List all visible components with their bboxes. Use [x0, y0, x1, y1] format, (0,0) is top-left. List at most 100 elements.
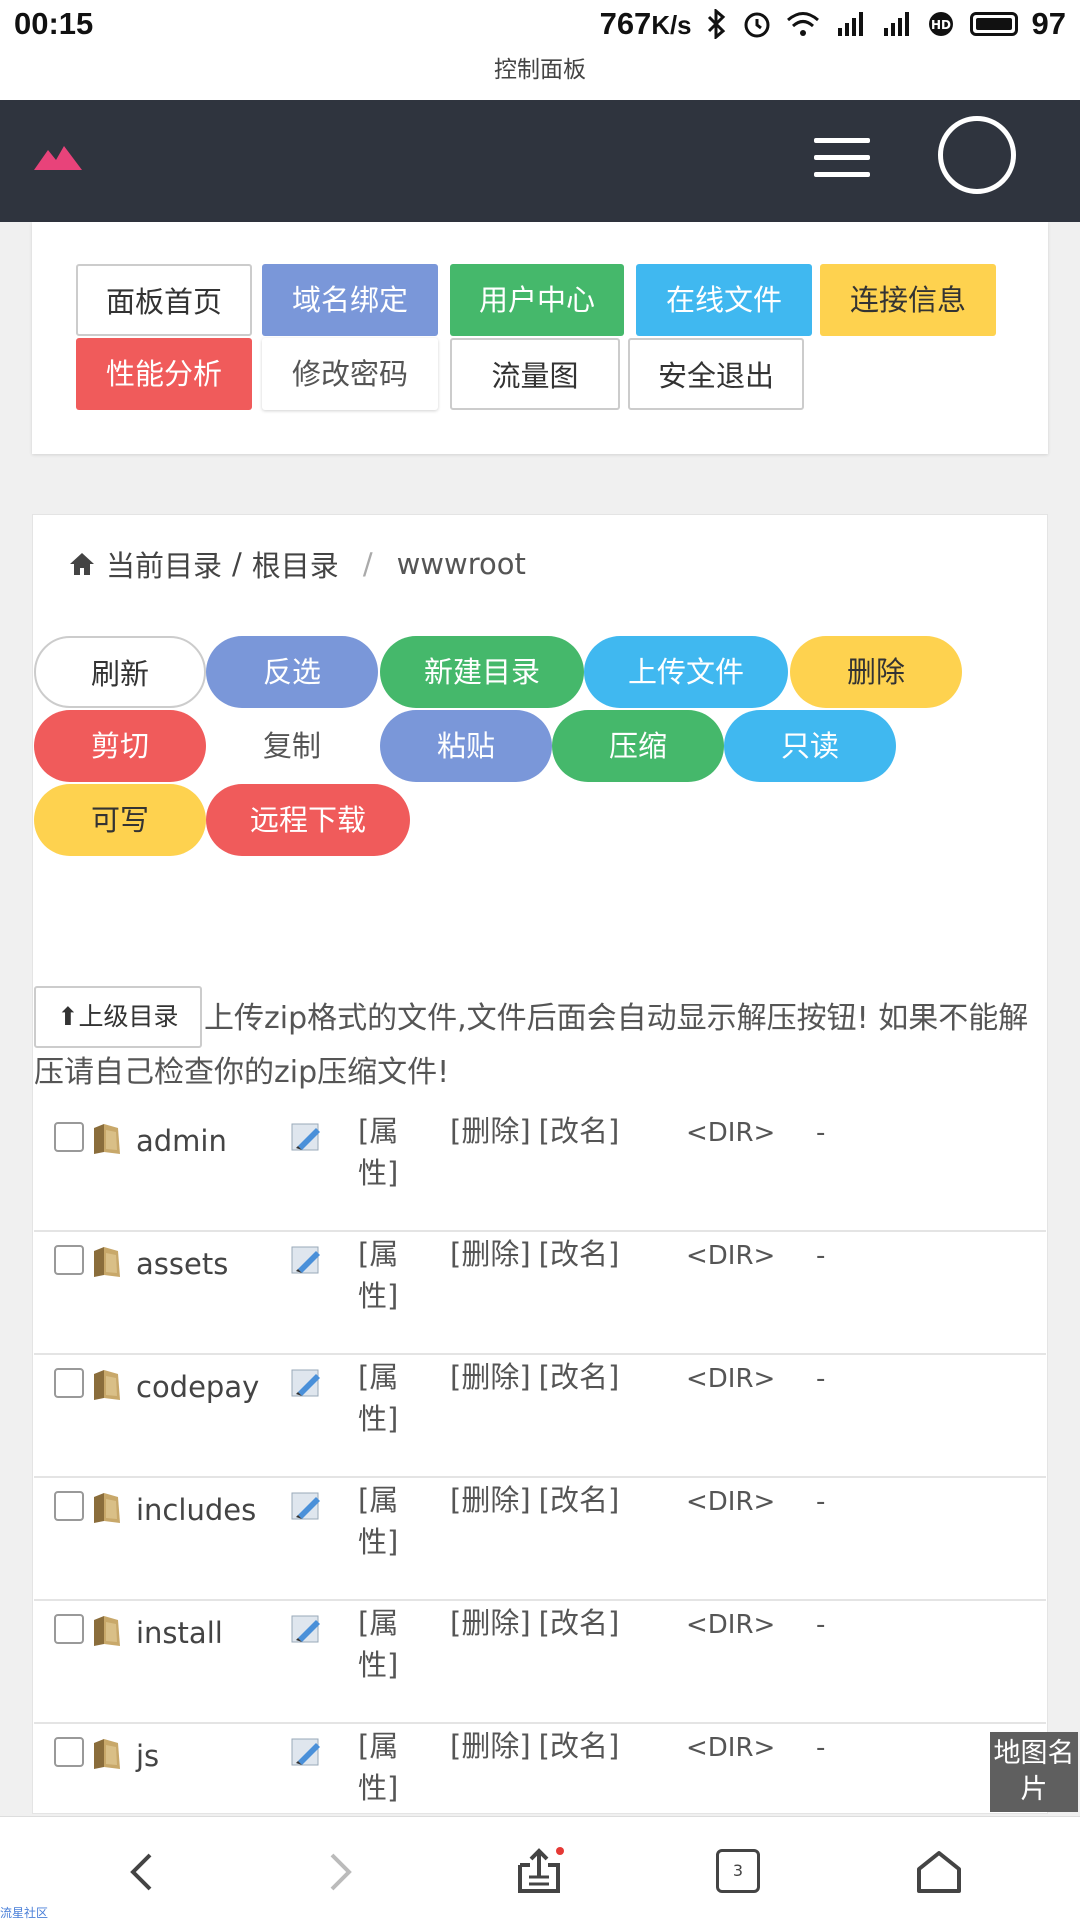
logo-icon[interactable] — [34, 142, 84, 170]
action-button-10[interactable]: 只读 — [724, 710, 896, 782]
action-button-12[interactable]: 远程下载 — [206, 784, 410, 856]
folder-icon — [94, 1616, 120, 1646]
nav-button-6[interactable]: 性能分析 — [76, 338, 252, 410]
hamburger-menu-icon[interactable] — [814, 138, 870, 189]
action-button-8[interactable]: 粘贴 — [380, 710, 552, 782]
alarm-icon — [744, 12, 770, 38]
nav-button-5[interactable]: 连接信息 — [820, 264, 996, 336]
status-bar: 00:15 767K/s HD 97 — [0, 0, 1080, 50]
file-row: includes [属性] [删除] [改名] <DIR> - — [34, 1479, 1046, 1601]
attribute-link[interactable]: [属性] — [358, 1233, 408, 1317]
nav-button-7[interactable]: 修改密码 — [262, 338, 438, 410]
speed-unit: K/s — [651, 12, 692, 40]
battery-level: 97 — [1031, 6, 1066, 41]
file-name[interactable]: assets — [136, 1247, 228, 1281]
parent-directory-button[interactable]: ⬆上级目录 — [34, 986, 202, 1048]
edit-icon[interactable] — [290, 1120, 324, 1154]
delete-link[interactable]: [删除] — [450, 1729, 531, 1763]
network-speed: 767K/s — [600, 6, 692, 42]
rename-link[interactable]: [改名] — [539, 1237, 620, 1271]
action-button-11[interactable]: 可写 — [34, 784, 206, 856]
file-operations: [删除] [改名] — [450, 1479, 627, 1521]
share-icon[interactable] — [514, 1847, 564, 1897]
bluetooth-icon — [707, 9, 725, 39]
wifi-icon — [786, 12, 819, 36]
watermark: 流星社区 — [0, 1906, 49, 1920]
file-type: <DIR> — [686, 1118, 776, 1148]
file-size: - — [816, 1733, 826, 1763]
file-checkbox[interactable] — [54, 1737, 84, 1767]
edit-icon[interactable] — [290, 1366, 324, 1400]
nav-button-2[interactable]: 域名绑定 — [262, 264, 438, 336]
action-button-7[interactable]: 复制 — [206, 710, 378, 782]
nav-button-3[interactable]: 用户中心 — [450, 264, 624, 336]
file-type: <DIR> — [686, 1364, 776, 1394]
file-checkbox[interactable] — [54, 1122, 84, 1152]
nav-button-4[interactable]: 在线文件 — [636, 264, 812, 336]
action-button-3[interactable]: 新建目录 — [380, 636, 584, 708]
file-size: - — [816, 1487, 826, 1517]
action-button-9[interactable]: 压缩 — [552, 710, 724, 782]
home-nav-icon[interactable] — [914, 1847, 964, 1897]
file-size: - — [816, 1610, 826, 1640]
attribute-link[interactable]: [属性] — [358, 1110, 408, 1194]
attribute-link[interactable]: [属性] — [358, 1602, 408, 1686]
breadcrumb-separator: / — [362, 547, 373, 581]
nav-button-9[interactable]: 安全退出 — [628, 338, 804, 410]
nav-button-8[interactable]: 流量图 — [450, 338, 620, 410]
action-button-5[interactable]: 删除 — [790, 636, 962, 708]
file-operations: [删除] [改名] — [450, 1356, 627, 1398]
delete-link[interactable]: [删除] — [450, 1237, 531, 1271]
folder-icon — [94, 1739, 120, 1769]
rename-link[interactable]: [改名] — [539, 1483, 620, 1517]
attribute-link[interactable]: [属性] — [358, 1479, 408, 1563]
edit-icon[interactable] — [290, 1243, 324, 1277]
delete-link[interactable]: [删除] — [450, 1114, 531, 1148]
file-size: - — [816, 1118, 826, 1148]
nav-button-1[interactable]: 面板首页 — [76, 264, 252, 336]
tabs-icon[interactable]: 3 — [716, 1849, 760, 1893]
screen: 00:15 767K/s HD 97 控制面板 面板首页 域名绑定 用户中心 在线文件… — [0, 0, 1080, 1920]
bottom-navigation: 3 — [0, 1816, 1080, 1920]
file-name[interactable]: admin — [136, 1124, 227, 1158]
file-name[interactable]: install — [136, 1616, 223, 1650]
attribute-link[interactable]: [属性] — [358, 1725, 408, 1809]
delete-link[interactable]: [删除] — [450, 1360, 531, 1394]
breadcrumb-root[interactable]: 根目录 — [252, 543, 339, 585]
map-card-button[interactable]: 地图名片 — [990, 1732, 1078, 1812]
file-name[interactable]: js — [136, 1739, 159, 1773]
back-icon[interactable] — [118, 1847, 168, 1897]
folder-icon — [94, 1247, 120, 1277]
top-header — [0, 100, 1080, 222]
rename-link[interactable]: [改名] — [539, 1606, 620, 1640]
edit-icon[interactable] — [290, 1489, 324, 1523]
action-button-1[interactable]: 刷新 — [34, 636, 206, 708]
file-checkbox[interactable] — [54, 1245, 84, 1275]
signal-4g-icon — [883, 12, 909, 36]
rename-link[interactable]: [改名] — [539, 1360, 620, 1394]
file-type: <DIR> — [686, 1610, 776, 1640]
delete-link[interactable]: [删除] — [450, 1606, 531, 1640]
status-icons: 767K/s HD 97 — [600, 6, 1066, 42]
action-button-6[interactable]: 剪切 — [34, 710, 206, 782]
action-button-2[interactable]: 反选 — [206, 636, 378, 708]
file-row: install [属性] [删除] [改名] <DIR> - — [34, 1602, 1046, 1724]
file-type: <DIR> — [686, 1241, 776, 1271]
file-name[interactable]: codepay — [136, 1370, 259, 1404]
file-checkbox[interactable] — [54, 1614, 84, 1644]
file-checkbox[interactable] — [54, 1368, 84, 1398]
rename-link[interactable]: [改名] — [539, 1114, 620, 1148]
action-button-4[interactable]: 上传文件 — [584, 636, 788, 708]
hd-icon: HD — [928, 12, 953, 36]
file-operations: [删除] [改名] — [450, 1110, 627, 1152]
edit-icon[interactable] — [290, 1612, 324, 1646]
forward-icon[interactable] — [314, 1847, 364, 1897]
delete-link[interactable]: [删除] — [450, 1483, 531, 1517]
edit-icon[interactable] — [290, 1735, 324, 1769]
file-checkbox[interactable] — [54, 1491, 84, 1521]
file-name[interactable]: includes — [136, 1493, 256, 1527]
file-size: - — [816, 1241, 826, 1271]
avatar[interactable] — [938, 116, 1016, 194]
attribute-link[interactable]: [属性] — [358, 1356, 408, 1440]
rename-link[interactable]: [改名] — [539, 1729, 620, 1763]
